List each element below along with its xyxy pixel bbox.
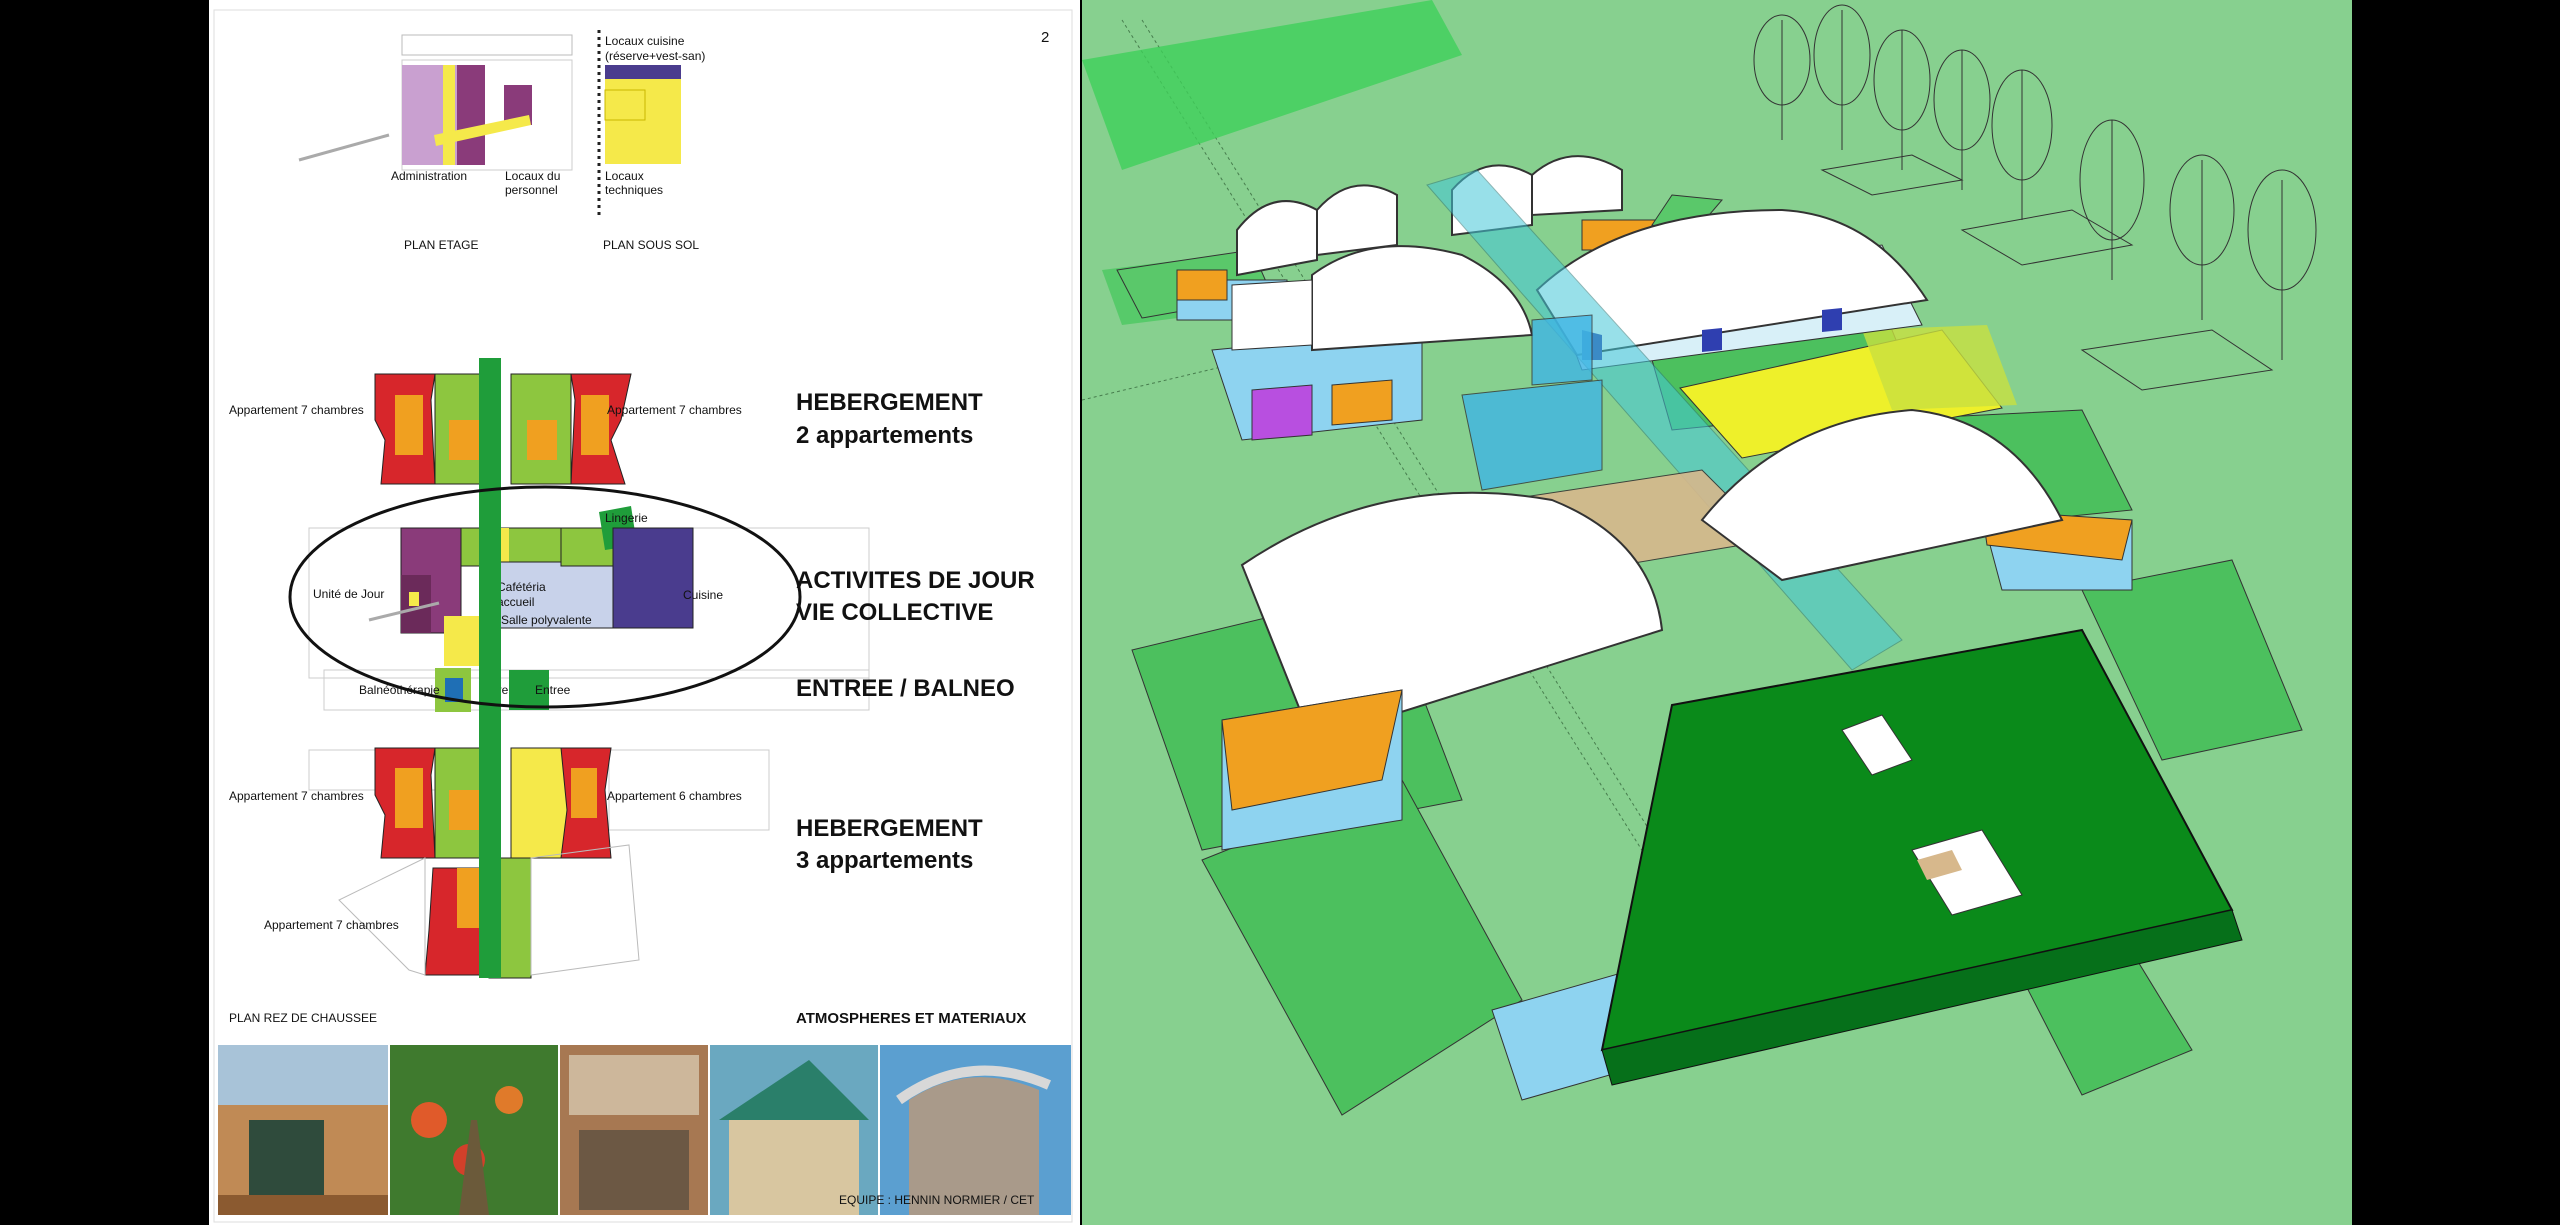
heading-hebergement-1-sub: 2 appartements xyxy=(796,422,973,449)
label-locaux-techniques-1: Locaux xyxy=(605,169,644,183)
heading-hebergement-2-sub: 3 appartements xyxy=(796,847,973,874)
label-locaux-cuisine-2: (réserve+vest-san) xyxy=(605,49,705,63)
photo-strip: EQUIPE : HENNIN NORMIER / CET xyxy=(218,1045,1071,1215)
label-plan-sous-sol: PLAN SOUS SOL xyxy=(603,238,699,252)
model-drawing xyxy=(1082,0,2317,1116)
headings: HEBERGEMENT 2 appartements ACTIVITES DE … xyxy=(796,389,1035,1027)
ground-slab-tl xyxy=(1082,0,1462,170)
label-appt7-bottom-left: Appartement 7 chambres xyxy=(229,789,364,803)
apartment-top-right xyxy=(510,373,632,485)
label-appt7-top-left: Appartement 7 chambres xyxy=(229,403,364,417)
plan-sheet: 2 Administration Locaux du personnel PLA… xyxy=(209,0,1080,1225)
apartment-bottom-left xyxy=(374,747,496,859)
label-accueil: accueil xyxy=(497,595,534,609)
heading-hebergement-2: HEBERGEMENT xyxy=(796,815,983,842)
label-appt7-south: Appartement 7 chambres xyxy=(264,918,399,932)
label-locaux-cuisine-1: Locaux cuisine xyxy=(605,34,685,48)
circulation-spine xyxy=(479,358,501,978)
plan-sous-sol: Locaux cuisine (réserve+vest-san) Locaux… xyxy=(603,34,705,252)
label-cuisine: Cuisine xyxy=(683,588,723,602)
heading-entree-balneo: ENTREE / BALNEO xyxy=(796,675,1015,702)
page-number: 2 xyxy=(1041,29,1049,46)
heading-vie-collective: VIE COLLECTIVE xyxy=(796,599,993,626)
label-locaux-personnel-2: personnel xyxy=(505,183,558,197)
label-plan-rez: PLAN REZ DE CHAUSSEE xyxy=(229,1011,377,1025)
label-locaux-personnel-1: Locaux du xyxy=(505,169,560,183)
plan-drawing: 2 Administration Locaux du personnel PLA… xyxy=(213,9,1073,1223)
label-cafeteria: Cafétéria xyxy=(497,580,546,594)
label-lingerie: Lingerie xyxy=(605,511,648,525)
credit-text: EQUIPE : HENNIN NORMIER / CET xyxy=(839,1193,1035,1207)
label-locaux-techniques-2: techniques xyxy=(605,183,663,197)
photo-wood-facade xyxy=(560,1045,708,1215)
photo-green-roof xyxy=(710,1045,878,1215)
apartment-top-left xyxy=(374,373,496,485)
heading-atmospheres: ATMOSPHERES ET MATERIAUX xyxy=(796,1010,1026,1027)
model-3d-view xyxy=(1082,0,2352,1225)
label-salle-polyvalente: Salle polyvalente xyxy=(501,613,592,627)
label-appt6-bottom-right: Appartement 6 chambres xyxy=(607,789,742,803)
plan-rez: Appartement 7 chambres Appartement 7 cha… xyxy=(229,358,870,1025)
heading-hebergement-1: HEBERGEMENT xyxy=(796,389,983,416)
label-administration: Administration xyxy=(391,169,467,183)
heading-activites: ACTIVITES DE JOUR xyxy=(796,567,1035,594)
label-entree: Entree xyxy=(535,683,571,697)
plan-etage: Administration Locaux du personnel PLAN … xyxy=(298,34,573,252)
apartment-bottom-right xyxy=(510,747,612,859)
label-appt7-top-right: Appartement 7 chambres xyxy=(607,403,742,417)
photo-wood-terrace xyxy=(218,1045,388,1215)
label-unite-jour: Unité de Jour xyxy=(313,587,384,601)
photo-curved-roof xyxy=(880,1045,1071,1215)
photo-greenhouse xyxy=(390,1045,558,1215)
label-plan-etage: PLAN ETAGE xyxy=(404,238,478,252)
